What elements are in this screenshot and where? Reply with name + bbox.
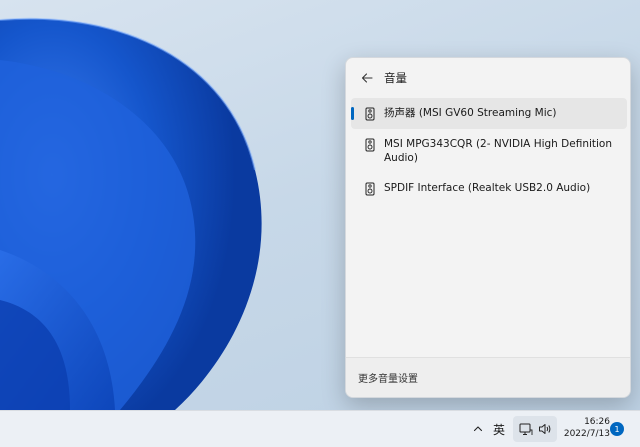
device-item-msi-mpg343cqr[interactable]: MSI MPG343CQR (2- NVIDIA High Definition… (351, 129, 627, 173)
flyout-header: 音量 (346, 58, 630, 98)
device-label: 扬声器 (MSI GV60 Streaming Mic) (384, 107, 557, 119)
show-hidden-icons-button[interactable] (468, 419, 488, 439)
clock-date: 2022/7/13 (563, 429, 610, 439)
notification-badge[interactable]: 1 (610, 422, 624, 436)
chevron-up-icon (473, 426, 483, 432)
audio-device-list: 扬声器 (MSI GV60 Streaming Mic) MSI MPG343C… (351, 98, 627, 204)
speaker-icon (365, 138, 375, 152)
ime-mode-indicator[interactable]: 英 (489, 419, 509, 439)
device-item-msi-gv60[interactable]: 扬声器 (MSI GV60 Streaming Mic) (351, 98, 627, 129)
volume-icon (538, 424, 550, 434)
flyout-footer: 更多音量设置 (346, 357, 630, 397)
back-button[interactable] (352, 63, 382, 93)
speaker-icon (365, 107, 375, 121)
network-monitor-icon (519, 423, 532, 435)
device-item-spdif[interactable]: SPDIF Interface (Realtek USB2.0 Audio) (351, 173, 627, 204)
clock-time: 16:26 (584, 417, 610, 427)
device-label: MSI MPG343CQR (2- NVIDIA High Definition… (384, 138, 613, 164)
quick-settings-button[interactable] (513, 416, 557, 442)
clock[interactable]: 16:26 2022/7/13 (558, 416, 610, 444)
device-label: SPDIF Interface (Realtek USB2.0 Audio) (384, 182, 591, 194)
volume-output-flyout: 音量 扬声器 (MSI GV60 Streaming Mic) MSI MPG3… (345, 57, 631, 398)
more-volume-settings-link[interactable]: 更多音量设置 (358, 370, 418, 385)
flyout-title: 音量 (384, 71, 407, 85)
back-arrow-icon (361, 73, 373, 83)
taskbar: 英 16:26 2022/7/13 1 (0, 410, 640, 447)
speaker-icon (365, 182, 375, 196)
